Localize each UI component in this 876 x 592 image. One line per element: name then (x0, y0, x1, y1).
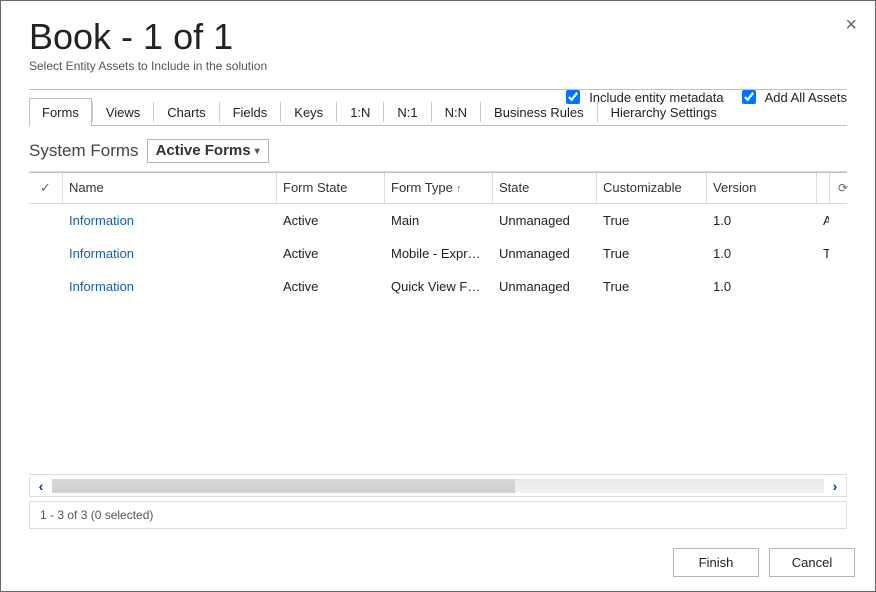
view-bar-label: System Forms (29, 141, 139, 161)
add-all-assets-checkbox[interactable] (742, 90, 756, 104)
cell-customizable: True (597, 204, 707, 237)
column-form-type[interactable]: Form Type↑ (385, 173, 493, 203)
select-all-column[interactable]: ✓ (29, 173, 63, 203)
dialog-window: × Book - 1 of 1 Select Entity Assets to … (0, 0, 876, 592)
column-description[interactable] (817, 173, 830, 203)
tab-views[interactable]: Views (93, 98, 153, 126)
scroll-right-icon[interactable]: › (824, 478, 846, 494)
cell-form-state: Active (277, 204, 385, 237)
cancel-button[interactable]: Cancel (769, 548, 855, 577)
dialog-header: Book - 1 of 1 Select Entity Assets to In… (1, 1, 875, 77)
cell-description: A fo (817, 204, 829, 237)
cell-form-type: Main (385, 204, 493, 237)
scroll-thumb[interactable] (52, 479, 515, 493)
row-checkbox[interactable] (29, 237, 63, 270)
form-link[interactable]: Information (69, 246, 134, 261)
form-link[interactable]: Information (69, 213, 134, 228)
view-bar: System Forms Active Forms ▾ (29, 139, 847, 163)
scroll-left-icon[interactable]: ‹ (30, 478, 52, 494)
cell-form-type: Quick View Form (385, 270, 493, 303)
sort-asc-icon: ↑ (456, 183, 462, 195)
page-title: Book - 1 of 1 (29, 17, 847, 57)
chevron-down-icon: ▾ (255, 146, 260, 157)
row-checkbox[interactable] (29, 270, 63, 303)
header-options: Include entity metadata Add All Assets (562, 87, 847, 107)
tab-underline (29, 125, 847, 126)
grid-header: ✓ Name Form State Form Type↑ State Custo… (29, 172, 847, 204)
horizontal-scrollbar[interactable]: ‹ › (29, 477, 847, 497)
cell-state: Unmanaged (493, 237, 597, 270)
view-dropdown[interactable]: Active Forms ▾ (147, 139, 269, 163)
table-row[interactable]: Information ActiveMobile - ExpressUnmanag… (29, 237, 847, 270)
cell-version: 1.0 (707, 270, 817, 303)
include-metadata-option[interactable]: Include entity metadata (562, 87, 723, 107)
dialog-footer: Finish Cancel (1, 534, 875, 591)
row-checkbox[interactable] (29, 204, 63, 237)
column-version[interactable]: Version (707, 173, 817, 203)
include-metadata-label: Include entity metadata (589, 90, 723, 105)
cell-spacer (829, 270, 855, 303)
tab-1-n[interactable]: 1:N (337, 98, 383, 126)
cell-description: This (817, 237, 829, 270)
tab-keys[interactable]: Keys (281, 98, 336, 126)
cell-customizable: True (597, 270, 707, 303)
page-subtitle: Select Entity Assets to Include in the s… (29, 59, 847, 73)
status-bar: 1 - 3 of 3 (0 selected) (29, 501, 847, 529)
close-icon[interactable]: × (845, 15, 857, 35)
tab-fields[interactable]: Fields (220, 98, 281, 126)
cell-spacer (829, 204, 855, 237)
tab-n-1[interactable]: N:1 (384, 98, 430, 126)
view-dropdown-label: Active Forms (156, 142, 251, 159)
column-customizable[interactable]: Customizable (597, 173, 707, 203)
refresh-column[interactable]: ⟳ (830, 173, 856, 203)
cell-form-type: Mobile - Express (385, 237, 493, 270)
tab-forms[interactable]: Forms (29, 98, 92, 126)
tab-charts[interactable]: Charts (154, 98, 218, 126)
grid-body: InformationActiveMainUnmanagedTrue1.0A f… (29, 204, 847, 474)
checkmark-icon: ✓ (40, 180, 51, 195)
tab-n-n[interactable]: N:N (432, 98, 480, 126)
refresh-icon: ⟳ (838, 181, 848, 195)
form-link[interactable]: Information (69, 279, 134, 294)
column-form-state[interactable]: Form State (277, 173, 385, 203)
grid: ✓ Name Form State Form Type↑ State Custo… (29, 171, 847, 475)
cell-form-state: Active (277, 237, 385, 270)
include-metadata-checkbox[interactable] (566, 90, 580, 104)
add-all-assets-option[interactable]: Add All Assets (738, 87, 847, 107)
finish-button[interactable]: Finish (673, 548, 759, 577)
column-name[interactable]: Name (63, 173, 277, 203)
column-state[interactable]: State (493, 173, 597, 203)
cell-state: Unmanaged (493, 270, 597, 303)
scroll-track[interactable] (52, 479, 824, 493)
cell-spacer (829, 237, 855, 270)
cell-form-state: Active (277, 270, 385, 303)
cell-description (817, 270, 829, 303)
cell-customizable: True (597, 237, 707, 270)
add-all-assets-label: Add All Assets (765, 90, 847, 105)
cell-version: 1.0 (707, 237, 817, 270)
table-row[interactable]: Information ActiveQuick View FormUnmanage… (29, 270, 847, 303)
table-row[interactable]: Information ActiveMainUnmanagedTrue1.0A f… (29, 204, 847, 237)
cell-state: Unmanaged (493, 204, 597, 237)
cell-version: 1.0 (707, 204, 817, 237)
